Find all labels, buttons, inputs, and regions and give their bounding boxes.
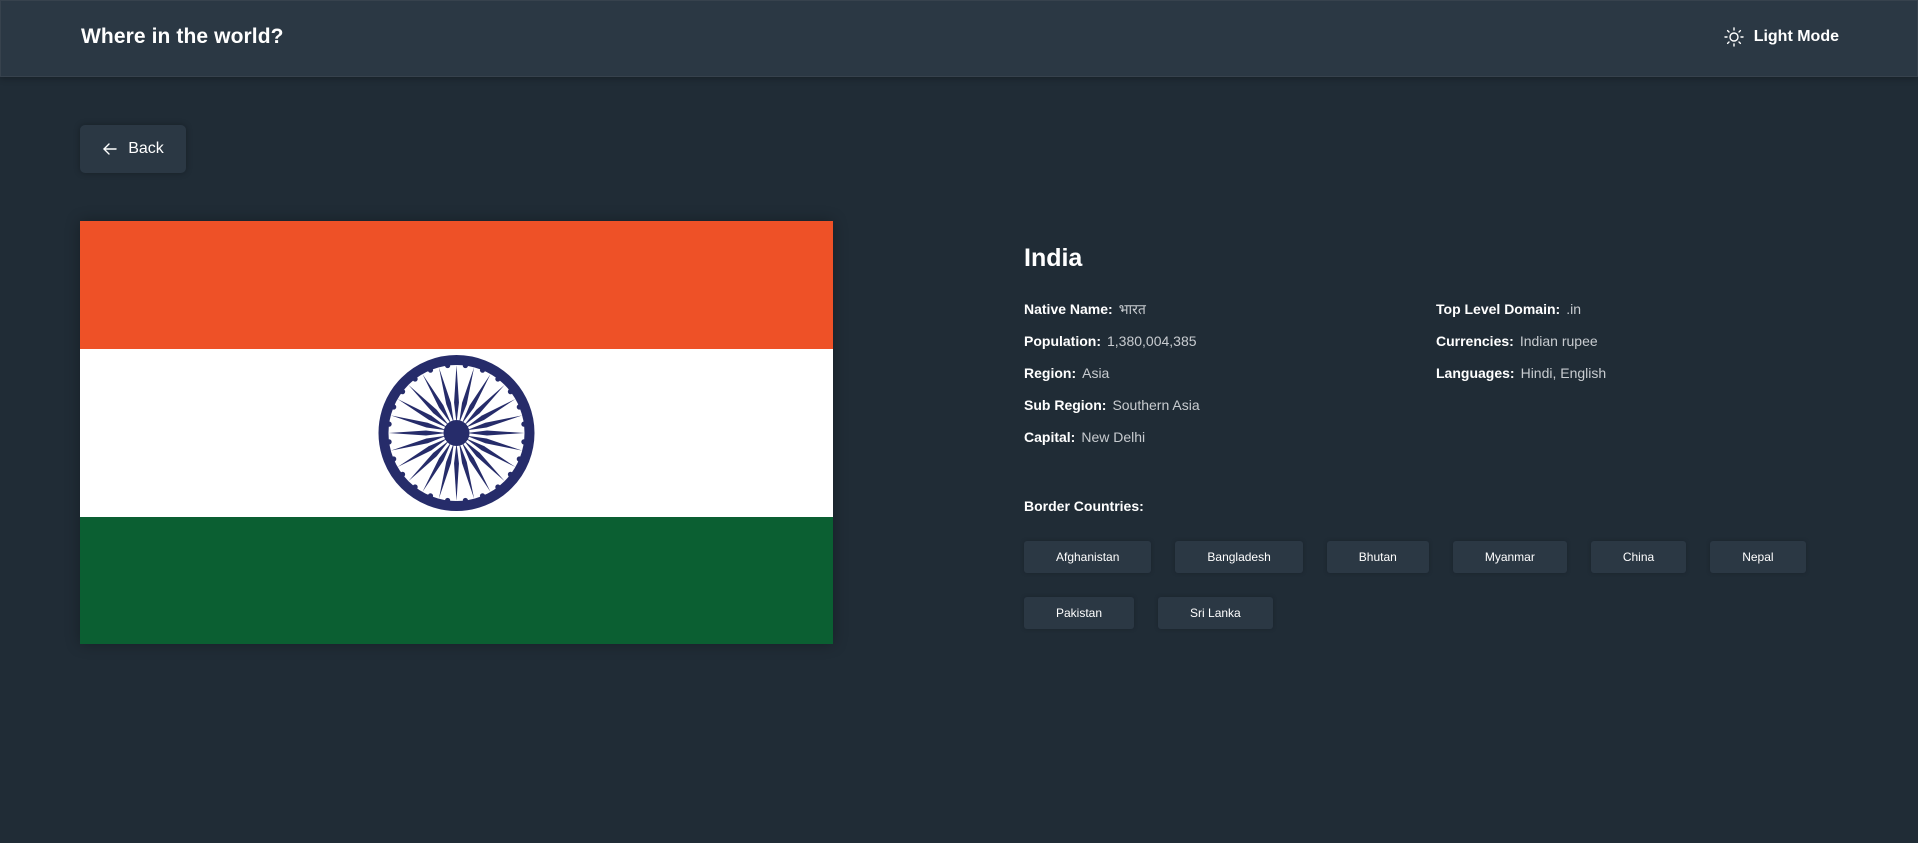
info-languages: Languages: Hindi, English xyxy=(1436,364,1606,396)
border-country-chip[interactable]: Pakistan xyxy=(1024,597,1135,629)
country-name: India xyxy=(1024,244,1083,272)
chakra-rim-dot xyxy=(516,404,522,410)
info-value: .in xyxy=(1566,301,1581,317)
info-value: Indian rupee xyxy=(1519,333,1598,349)
border-country-chip[interactable]: Afghanistan xyxy=(1024,541,1152,573)
site-header: Where in the world? Light Mode xyxy=(0,0,1918,77)
border-country-chip[interactable]: Sri Lanka xyxy=(1158,597,1273,629)
info-key: Capital: xyxy=(1024,429,1076,445)
info-key: Native Name: xyxy=(1024,301,1113,317)
chakra-rim-dot xyxy=(386,421,392,427)
chakra-rim-dot xyxy=(462,362,468,369)
chakra-rim-dot xyxy=(507,471,514,477)
sun-icon xyxy=(1723,27,1744,47)
chakra-rim-dot xyxy=(445,497,451,504)
chakra-rim-dot xyxy=(521,439,527,445)
info-top-level-domain: Top Level Domain: .in xyxy=(1436,300,1606,332)
chakra-rim-dot xyxy=(427,367,434,373)
chakra-rim-dot xyxy=(495,376,501,382)
chakra-hub xyxy=(443,420,470,446)
border-countries-list: Afghanistan Bangladesh Bhutan Myanmar Ch… xyxy=(1024,541,1834,629)
chakra-rim-dot xyxy=(399,389,406,395)
chakra-rim-dot xyxy=(521,421,527,427)
chakra-rim-dot xyxy=(479,367,486,373)
border-country-chip[interactable]: Myanmar xyxy=(1452,541,1567,573)
chakra-rim-dot xyxy=(445,362,451,369)
info-key: Region: xyxy=(1024,365,1077,381)
info-value: Asia xyxy=(1082,365,1110,381)
info-column-left: Native Name: भारत Population: 1,380,004,38… xyxy=(1024,300,1200,460)
back-button-label: Back xyxy=(128,140,164,157)
flag-stripe-saffron xyxy=(80,221,833,349)
info-population: Population: 1,380,004,385 xyxy=(1024,332,1200,364)
arrow-left-icon xyxy=(102,141,118,157)
chakra-rim-dot xyxy=(462,497,468,504)
border-country-chip[interactable]: Bangladesh xyxy=(1175,541,1303,573)
info-sub-region: Sub Region: Southern Asia xyxy=(1024,396,1200,428)
theme-toggle-label: Light Mode xyxy=(1753,28,1839,45)
info-capital: Capital: New Delhi xyxy=(1024,428,1200,460)
chakra-rim-dot xyxy=(427,493,434,499)
info-value: Southern Asia xyxy=(1112,397,1200,413)
border-country-chip[interactable]: China xyxy=(1590,541,1687,573)
info-value: भारत xyxy=(1118,301,1146,317)
info-column-right: Top Level Domain: .in Currencies: Indian r… xyxy=(1436,300,1606,396)
chakra-rim-dot xyxy=(391,456,397,462)
info-key: Top Level Domain: xyxy=(1436,301,1561,317)
country-flag-image xyxy=(80,221,833,644)
back-button[interactable]: Back xyxy=(80,125,186,173)
info-currencies: Currencies: Indian rupee xyxy=(1436,332,1606,364)
ashoka-chakra xyxy=(378,355,535,511)
chakra-rim-dot xyxy=(412,376,418,382)
chakra-rim-dot xyxy=(495,484,501,490)
border-country-chip[interactable]: Bhutan xyxy=(1326,541,1429,573)
chakra-rim-dot xyxy=(516,456,522,462)
info-value: 1,380,004,385 xyxy=(1107,333,1197,349)
info-native-name: Native Name: भारत xyxy=(1024,300,1200,332)
app-title: Where in the world? xyxy=(81,25,284,48)
chakra-rim-dot xyxy=(479,493,486,499)
border-country-chip[interactable]: Nepal xyxy=(1710,541,1806,573)
chakra-rim-dot xyxy=(412,484,418,490)
info-key: Sub Region: xyxy=(1024,397,1107,413)
info-value: Hindi, English xyxy=(1520,365,1607,381)
info-key: Population: xyxy=(1024,333,1101,349)
info-key: Languages: xyxy=(1436,365,1515,381)
info-value: New Delhi xyxy=(1081,429,1146,445)
border-countries-label: Border Countries: xyxy=(1024,498,1144,514)
info-region: Region: Asia xyxy=(1024,364,1200,396)
chakra-rim-dot xyxy=(507,389,514,395)
chakra-rim-dot xyxy=(391,404,397,410)
theme-toggle-button[interactable]: Light Mode xyxy=(1723,27,1839,47)
flag-stripe-green xyxy=(80,517,833,644)
chakra-rim-dot xyxy=(386,439,392,445)
info-key: Currencies: xyxy=(1436,333,1514,349)
chakra-rim-dot xyxy=(399,471,406,477)
